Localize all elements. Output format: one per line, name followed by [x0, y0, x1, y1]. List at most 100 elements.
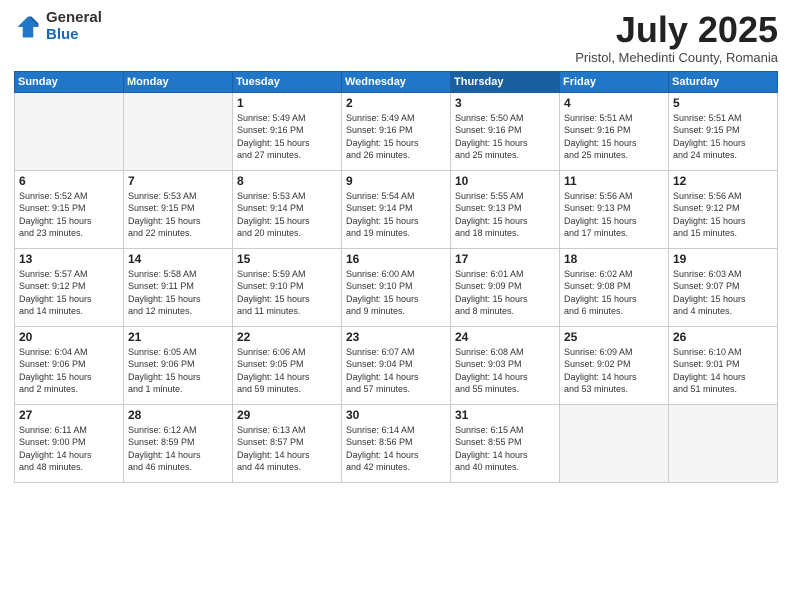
day-info: Sunrise: 5:49 AM Sunset: 9:16 PM Dayligh… — [237, 112, 337, 162]
calendar-week-row: 1Sunrise: 5:49 AM Sunset: 9:16 PM Daylig… — [15, 92, 778, 170]
day-info: Sunrise: 5:51 AM Sunset: 9:16 PM Dayligh… — [564, 112, 664, 162]
logo-blue-label: Blue — [46, 27, 102, 44]
location-subtitle: Pristol, Mehedinti County, Romania — [575, 50, 778, 65]
calendar-week-row: 27 Sunrise: 6:11 AM Sunset: 9:00 PM Dayli… — [15, 404, 778, 482]
day-number: 17 — [455, 252, 555, 266]
day-info: Sunrise: 6:12 AM Sunset: 8:59 PM Dayligh… — [128, 424, 228, 474]
day-info: Sunrise: 5:49 AM Sunset: 9:16 PM Dayligh… — [346, 112, 446, 162]
day-number: 26 — [673, 330, 773, 344]
day-info: Sunrise: 5:52 AM Sunset: 9:15 PM Dayligh… — [19, 190, 119, 240]
calendar-week-row: 6 Sunrise: 5:52 AM Sunset: 9:15 PM Daylig… — [15, 170, 778, 248]
calendar-cell: 16Sunrise: 6:00 AM Sunset: 9:10 PM Dayli… — [342, 248, 451, 326]
day-number: 20 — [19, 330, 119, 344]
calendar-cell — [669, 404, 778, 482]
col-sunday: Sunday — [15, 71, 124, 92]
day-number: 9 — [346, 174, 446, 188]
calendar-cell: 12Sunrise: 5:56 AM Sunset: 9:12 PM Dayli… — [669, 170, 778, 248]
day-info: Sunrise: 5:56 AM Sunset: 9:13 PM Dayligh… — [564, 190, 664, 240]
col-wednesday: Wednesday — [342, 71, 451, 92]
col-monday: Monday — [124, 71, 233, 92]
day-info: Sunrise: 5:55 AM Sunset: 9:13 PM Dayligh… — [455, 190, 555, 240]
day-info: Sunrise: 6:04 AM Sunset: 9:06 PM Dayligh… — [19, 346, 119, 396]
day-number: 15 — [237, 252, 337, 266]
calendar-cell: 4 Sunrise: 5:51 AM Sunset: 9:16 PM Daylig… — [560, 92, 669, 170]
day-number: 27 — [19, 408, 119, 422]
day-number: 13 — [19, 252, 119, 266]
calendar-cell: 13Sunrise: 5:57 AM Sunset: 9:12 PM Dayli… — [15, 248, 124, 326]
day-number: 25 — [564, 330, 664, 344]
calendar-cell: 28 Sunrise: 6:12 AM Sunset: 8:59 PM Dayli… — [124, 404, 233, 482]
day-number: 8 — [237, 174, 337, 188]
calendar-cell: 27 Sunrise: 6:11 AM Sunset: 9:00 PM Dayli… — [15, 404, 124, 482]
day-info: Sunrise: 5:54 AM Sunset: 9:14 PM Dayligh… — [346, 190, 446, 240]
day-info: Sunrise: 6:11 AM Sunset: 9:00 PM Dayligh… — [19, 424, 119, 474]
calendar-cell: 19Sunrise: 6:03 AM Sunset: 9:07 PM Dayli… — [669, 248, 778, 326]
day-info: Sunrise: 6:13 AM Sunset: 8:57 PM Dayligh… — [237, 424, 337, 474]
day-number: 21 — [128, 330, 228, 344]
day-number: 18 — [564, 252, 664, 266]
calendar-cell: 5Sunrise: 5:51 AM Sunset: 9:15 PM Daylig… — [669, 92, 778, 170]
day-info: Sunrise: 6:14 AM Sunset: 8:56 PM Dayligh… — [346, 424, 446, 474]
logo-general-label: General — [46, 10, 102, 27]
calendar-cell: 29 Sunrise: 6:13 AM Sunset: 8:57 PM Dayli… — [233, 404, 342, 482]
logo-text: General Blue — [46, 10, 102, 43]
calendar-header-row: Sunday Monday Tuesday Wednesday Thursday… — [15, 71, 778, 92]
day-number: 22 — [237, 330, 337, 344]
calendar-cell: 23Sunrise: 6:07 AM Sunset: 9:04 PM Dayli… — [342, 326, 451, 404]
calendar-cell: 11Sunrise: 5:56 AM Sunset: 9:13 PM Dayli… — [560, 170, 669, 248]
day-number: 29 — [237, 408, 337, 422]
calendar-cell: 15Sunrise: 5:59 AM Sunset: 9:10 PM Dayli… — [233, 248, 342, 326]
day-number: 30 — [346, 408, 446, 422]
day-info: Sunrise: 6:15 AM Sunset: 8:55 PM Dayligh… — [455, 424, 555, 474]
day-number: 31 — [455, 408, 555, 422]
calendar-cell: 3 Sunrise: 5:50 AM Sunset: 9:16 PM Daylig… — [451, 92, 560, 170]
title-block: July 2025 Pristol, Mehedinti County, Rom… — [575, 10, 778, 65]
calendar-cell: 2 Sunrise: 5:49 AM Sunset: 9:16 PM Daylig… — [342, 92, 451, 170]
day-info: Sunrise: 6:10 AM Sunset: 9:01 PM Dayligh… — [673, 346, 773, 396]
day-number: 2 — [346, 96, 446, 110]
calendar-cell — [124, 92, 233, 170]
calendar-cell: 24 Sunrise: 6:08 AM Sunset: 9:03 PM Dayli… — [451, 326, 560, 404]
calendar-table: Sunday Monday Tuesday Wednesday Thursday… — [14, 71, 778, 483]
day-number: 4 — [564, 96, 664, 110]
logo: General Blue — [14, 10, 102, 43]
calendar-cell: 1Sunrise: 5:49 AM Sunset: 9:16 PM Daylig… — [233, 92, 342, 170]
calendar-cell: 9 Sunrise: 5:54 AM Sunset: 9:14 PM Daylig… — [342, 170, 451, 248]
day-info: Sunrise: 6:08 AM Sunset: 9:03 PM Dayligh… — [455, 346, 555, 396]
month-title: July 2025 — [575, 10, 778, 50]
day-info: Sunrise: 6:05 AM Sunset: 9:06 PM Dayligh… — [128, 346, 228, 396]
calendar-cell: 8Sunrise: 5:53 AM Sunset: 9:14 PM Daylig… — [233, 170, 342, 248]
day-info: Sunrise: 5:56 AM Sunset: 9:12 PM Dayligh… — [673, 190, 773, 240]
calendar-cell: 21 Sunrise: 6:05 AM Sunset: 9:06 PM Dayli… — [124, 326, 233, 404]
col-thursday: Thursday — [451, 71, 560, 92]
calendar-week-row: 20 Sunrise: 6:04 AM Sunset: 9:06 PM Dayli… — [15, 326, 778, 404]
calendar-cell: 6 Sunrise: 5:52 AM Sunset: 9:15 PM Daylig… — [15, 170, 124, 248]
day-number: 10 — [455, 174, 555, 188]
calendar-cell — [15, 92, 124, 170]
day-number: 23 — [346, 330, 446, 344]
calendar-cell: 30 Sunrise: 6:14 AM Sunset: 8:56 PM Dayli… — [342, 404, 451, 482]
day-number: 24 — [455, 330, 555, 344]
calendar-cell: 31 Sunrise: 6:15 AM Sunset: 8:55 PM Dayli… — [451, 404, 560, 482]
day-number: 6 — [19, 174, 119, 188]
day-info: Sunrise: 5:50 AM Sunset: 9:16 PM Dayligh… — [455, 112, 555, 162]
day-number: 28 — [128, 408, 228, 422]
day-number: 14 — [128, 252, 228, 266]
day-number: 3 — [455, 96, 555, 110]
day-info: Sunrise: 5:58 AM Sunset: 9:11 PM Dayligh… — [128, 268, 228, 318]
day-number: 16 — [346, 252, 446, 266]
calendar-week-row: 13Sunrise: 5:57 AM Sunset: 9:12 PM Dayli… — [15, 248, 778, 326]
calendar-cell — [560, 404, 669, 482]
calendar-cell: 14 Sunrise: 5:58 AM Sunset: 9:11 PM Dayli… — [124, 248, 233, 326]
col-friday: Friday — [560, 71, 669, 92]
calendar-cell: 7Sunrise: 5:53 AM Sunset: 9:15 PM Daylig… — [124, 170, 233, 248]
calendar-cell: 22 Sunrise: 6:06 AM Sunset: 9:05 PM Dayli… — [233, 326, 342, 404]
day-info: Sunrise: 5:51 AM Sunset: 9:15 PM Dayligh… — [673, 112, 773, 162]
day-info: Sunrise: 6:03 AM Sunset: 9:07 PM Dayligh… — [673, 268, 773, 318]
col-tuesday: Tuesday — [233, 71, 342, 92]
calendar-cell: 26 Sunrise: 6:10 AM Sunset: 9:01 PM Dayli… — [669, 326, 778, 404]
day-info: Sunrise: 6:06 AM Sunset: 9:05 PM Dayligh… — [237, 346, 337, 396]
calendar-cell: 20 Sunrise: 6:04 AM Sunset: 9:06 PM Dayli… — [15, 326, 124, 404]
day-info: Sunrise: 6:09 AM Sunset: 9:02 PM Dayligh… — [564, 346, 664, 396]
calendar-cell: 18Sunrise: 6:02 AM Sunset: 9:08 PM Dayli… — [560, 248, 669, 326]
